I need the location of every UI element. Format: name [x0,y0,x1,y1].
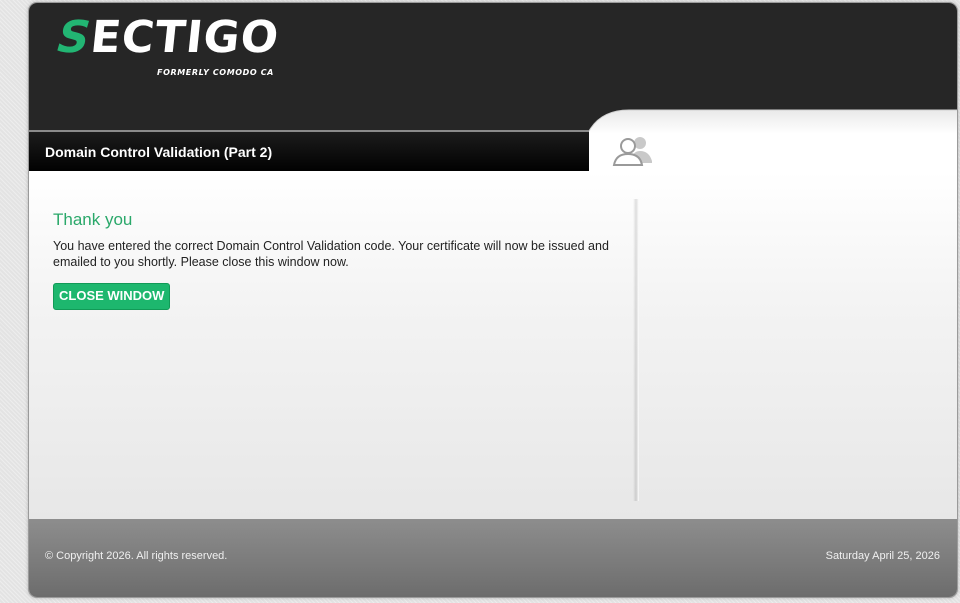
column-divider [633,199,639,501]
copyright-text: © Copyright 2026. All rights reserved. [45,550,228,562]
app-window: S ECTIGO FORMERLY COMODO CA Domain Contro… [29,3,957,597]
date-text: Saturday April 25, 2026 [825,550,940,562]
footer: © Copyright 2026. All rights reserved. S… [29,519,957,597]
thank-you-heading: Thank you [53,210,133,229]
users-icon [612,133,656,171]
close-window-button[interactable]: CLOSE WINDOW [53,283,171,310]
page-title: Domain Control Validation (Part 2) [45,144,273,160]
title-bar: Domain Control Validation (Part 2) [29,130,589,173]
content-area [29,171,957,519]
confirmation-message: You have entered the correct Domain Cont… [53,239,609,269]
